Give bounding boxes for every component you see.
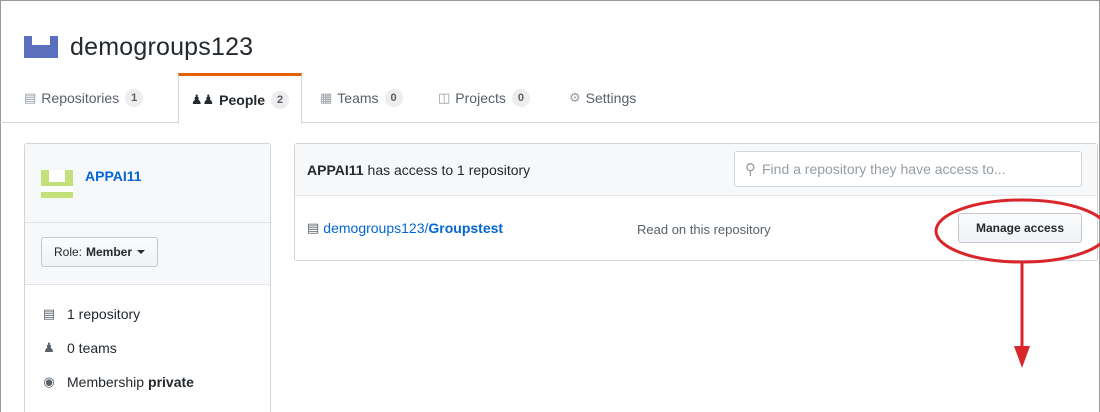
tab-people[interactable]: ♟♟ People 2 — [178, 73, 302, 124]
role-dropdown-button[interactable]: Role: Member — [41, 237, 159, 267]
stat-text: Membership — [67, 374, 145, 390]
project-icon: ◫ — [438, 90, 451, 105]
tab-counter: 1 — [125, 89, 144, 107]
jersey-icon: ▦ — [320, 90, 333, 105]
org-nav-tabs: ▤ Repositories 1 ♟♟ People 2 ▦ Teams 0 ◫… — [0, 73, 1098, 124]
eye-icon: ◉ — [43, 374, 55, 389]
username-link[interactable]: APPAI11 — [85, 168, 142, 184]
tab-label: Projects — [455, 90, 506, 106]
search-icon: ⚲ — [745, 161, 756, 178]
header-text: has access to 1 repository — [367, 161, 531, 178]
tab-label: Teams — [337, 90, 379, 106]
member-sidebar: APPAI11 Role: Member ▤ 1 repository ♟ 0 … — [24, 143, 271, 412]
permission-text: Read on this repository — [637, 222, 771, 237]
stat-membership[interactable]: ◉ Membership private — [25, 365, 270, 399]
gear-icon: ⚙ — [569, 90, 581, 105]
people-icon: ♟♟ — [190, 91, 215, 107]
search-placeholder: Find a repository they have access to... — [762, 161, 1006, 177]
repo-link[interactable]: ▤ demogroups123/Groupstest — [307, 220, 503, 236]
stat-text: 1 repository — [67, 306, 141, 322]
org-name[interactable]: demogroups123 — [70, 33, 253, 62]
tab-label: Settings — [585, 90, 637, 106]
tab-teams[interactable]: ▦ Teams 0 — [320, 73, 403, 123]
org-header: demogroups123 — [24, 30, 253, 64]
repo-owner: demogroups123/ — [323, 220, 429, 236]
repo-icon: ▤ — [307, 220, 320, 235]
role-row: Role: Member — [25, 223, 270, 285]
role-prefix: Role: — [54, 245, 83, 259]
chevron-down-icon — [137, 250, 146, 254]
people-icon: ♟ — [43, 340, 55, 355]
manage-access-button[interactable]: Manage access — [958, 213, 1082, 243]
tab-counter: 2 — [271, 90, 290, 109]
org-avatar[interactable] — [24, 36, 58, 58]
repo-icon: ▤ — [42, 306, 56, 321]
stat-text: 0 teams — [67, 340, 117, 356]
tab-settings[interactable]: ⚙ Settings — [569, 73, 636, 123]
tab-counter: 0 — [511, 89, 530, 107]
tab-counter: 0 — [384, 89, 403, 107]
panel-header: APPAI11 has access to 1 repository ⚲ Fin… — [295, 144, 1097, 196]
repository-access-panel: APPAI11 has access to 1 repository ⚲ Fin… — [294, 143, 1098, 261]
repo-name: Groupstest — [428, 220, 504, 236]
search-input[interactable]: ⚲ Find a repository they have access to.… — [734, 151, 1082, 187]
avatar[interactable] — [41, 166, 73, 198]
stat-repositories[interactable]: ▤ 1 repository — [25, 297, 270, 331]
stat-teams[interactable]: ♟ 0 teams — [25, 331, 270, 365]
member-stats: ▤ 1 repository ♟ 0 teams ◉ Membership pr… — [25, 285, 270, 399]
header-username: APPAI11 — [307, 161, 364, 178]
tab-repositories[interactable]: ▤ Repositories 1 — [24, 73, 144, 123]
tab-label: Repositories — [41, 90, 120, 106]
role-value: Member — [86, 245, 133, 259]
stat-bold: private — [148, 374, 194, 390]
tab-projects[interactable]: ◫ Projects 0 — [438, 73, 530, 123]
repo-icon: ▤ — [24, 90, 37, 105]
tab-label: People — [219, 91, 266, 108]
user-row: APPAI11 — [25, 144, 270, 223]
